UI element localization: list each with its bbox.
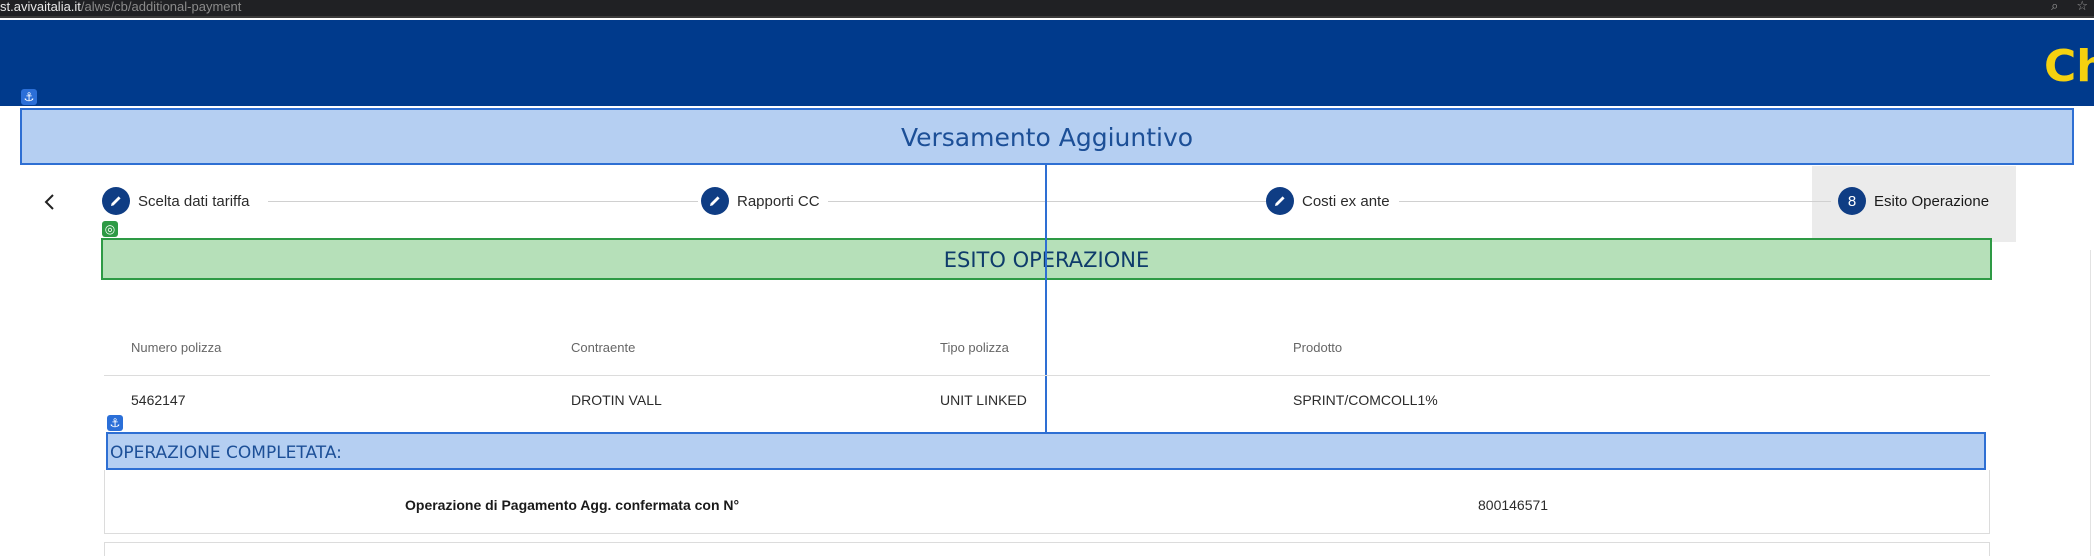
step-connector [1399, 201, 1831, 202]
anchor-icon: ⚓ [107, 415, 123, 431]
column-header: Prodotto [1293, 340, 1343, 355]
url-text[interactable]: st.avivaitalia.it/alws/cb/additional-pay… [0, 0, 241, 14]
confirmation-label: Operazione di Pagamento Agg. confermata … [405, 497, 740, 513]
anchor-icon: ⚓ [21, 89, 37, 105]
chevron-left-icon[interactable] [38, 190, 62, 214]
column-header: Tipo polizza [940, 340, 1009, 355]
zoom-icon[interactable]: ⌕ [2051, 0, 2058, 14]
contractor: DROTIN VALL [571, 392, 662, 408]
page-title: Versamento Aggiuntivo [900, 123, 1194, 152]
column-header: Numero polizza [131, 340, 222, 355]
policy-type: UNIT LINKED [940, 392, 1027, 408]
step-costi-ex-ante[interactable]: Costi ex ante [1266, 186, 1390, 216]
step-rapporti-cc[interactable]: Rapporti CC [701, 186, 820, 216]
app-header: Ch [0, 20, 2094, 106]
step-number: 8 [1838, 187, 1866, 215]
page: st.avivaitalia.it/alws/cb/additional-pay… [0, 0, 2094, 556]
step-scelta-dati-tariffa[interactable]: Scelta dati tariffa [102, 186, 249, 216]
policy-number: 5462147 [131, 392, 186, 408]
bookmark-star-icon[interactable]: ☆ [2076, 0, 2088, 14]
step-connector [828, 201, 1268, 202]
step-label: Esito Operazione [1874, 192, 1990, 210]
next-section-box [104, 542, 1990, 556]
target-icon: ◎ [102, 221, 118, 237]
browser-address-bar[interactable]: st.avivaitalia.it/alws/cb/additional-pay… [0, 0, 2094, 18]
status-text: OPERAZIONE COMPLETATA: [110, 443, 342, 463]
product: SPRINT/COMCOLL1% [1293, 392, 1438, 408]
policy-table: Numero polizza Contraente Tipo polizza P… [104, 326, 1990, 428]
table-header-row: Numero polizza Contraente Tipo polizza P… [104, 326, 1990, 376]
step-label: Costi ex ante [1302, 192, 1390, 210]
page-edge-divider [2090, 250, 2091, 556]
brand-logo[interactable]: Ch [2044, 42, 2094, 92]
url-path: /alws/cb/additional-payment [80, 0, 242, 14]
pencil-icon [1266, 187, 1294, 215]
table-row: 5462147 DROTIN VALL UNIT LINKED SPRINT/C… [104, 376, 1990, 428]
page-title-banner: Versamento Aggiuntivo [20, 108, 2074, 165]
step-label: Scelta dati tariffa [138, 192, 250, 210]
column-header: Contraente [571, 340, 636, 355]
confirmation-number: 800146571 [1478, 497, 1549, 513]
step-connector [268, 201, 698, 202]
step-esito-operazione[interactable]: 8 Esito Operazione [1838, 186, 1989, 216]
step-label: Rapporti CC [737, 192, 820, 210]
confirmation-row: Operazione di Pagamento Agg. confermata … [104, 470, 1990, 534]
stepper: Scelta dati tariffa Rapporti CC Costi ex… [20, 166, 2074, 242]
pencil-icon [102, 187, 130, 215]
status-banner: OPERAZIONE COMPLETATA: [106, 432, 1986, 470]
pencil-icon [701, 187, 729, 215]
url-host: st.avivaitalia.it [0, 0, 81, 14]
